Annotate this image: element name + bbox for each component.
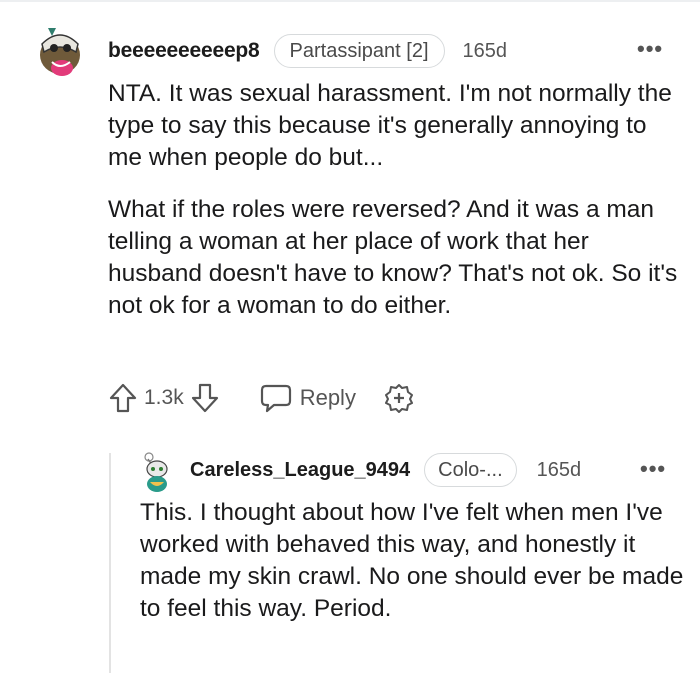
snoo-avatar-icon: [40, 28, 80, 76]
speech-bubble-icon: [260, 383, 292, 413]
comment-header: beeeeeeeeeep8 Partassipant [2] 165d: [108, 32, 507, 70]
reply-more-options-button[interactable]: •••: [640, 456, 666, 482]
reply-timestamp: 165d: [536, 458, 582, 481]
arrow-up-icon[interactable]: [108, 382, 138, 414]
more-options-button[interactable]: •••: [637, 36, 663, 62]
username[interactable]: beeeeeeeeeep8: [108, 39, 260, 63]
reply-avatar[interactable]: [140, 452, 174, 494]
reply-label: Reply: [299, 385, 356, 410]
comment-paragraph: What if the roles were reversed? And it …: [108, 196, 678, 319]
arrow-down-icon[interactable]: [190, 382, 220, 414]
comment-actions: 1.3k Reply: [108, 378, 414, 418]
comment-paragraph: NTA. It was sexual harassment. I'm not n…: [108, 80, 672, 171]
thread-line[interactable]: [109, 453, 111, 673]
timestamp: 165d: [462, 39, 508, 62]
snoo-avatar-icon: [144, 452, 168, 492]
add-award-icon[interactable]: [384, 383, 414, 413]
reply-user-flair: Colo-...: [424, 453, 517, 487]
reply-username[interactable]: Careless_League_9494: [190, 459, 410, 482]
avatar[interactable]: [36, 22, 84, 82]
comment-body: NTA. It was sexual harassment. I'm not n…: [108, 78, 678, 322]
vote-count: 1.3k: [144, 386, 184, 409]
user-flair: Partassipant [2]: [273, 34, 445, 68]
top-divider: [0, 0, 700, 2]
reply-header: Careless_League_9494 Colo-... 165d: [190, 452, 581, 488]
reply-button[interactable]: Reply: [260, 383, 356, 413]
reply-body: This. I thought about how I've felt when…: [140, 499, 684, 622]
